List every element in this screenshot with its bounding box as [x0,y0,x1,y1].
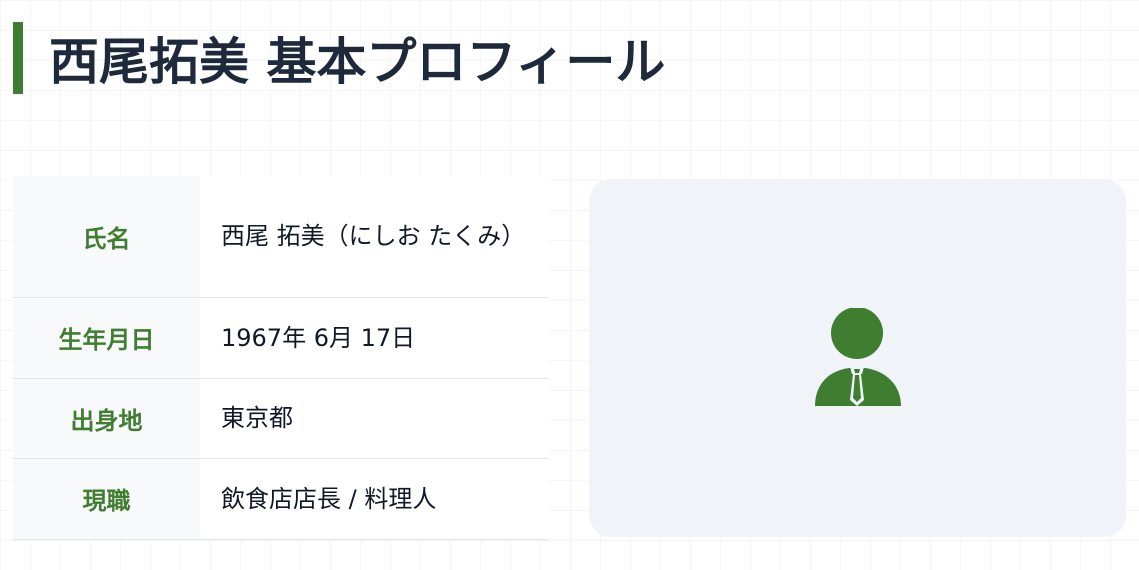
table-row-occupation: 現職 飲食店店長 / 料理人 [13,458,549,540]
table-row-birthplace: 出身地 東京都 [13,378,549,459]
row-label-occupation: 現職 [13,458,200,540]
table-row-birthdate: 生年月日 1967年 6月 17日 [13,297,549,379]
title-accent-bar [13,22,23,94]
row-label-name: 氏名 [13,176,200,298]
row-value-birthdate: 1967年 6月 17日 [200,297,549,379]
row-value-name: 西尾 拓美（にしお たくみ） [200,176,549,298]
row-value-occupation: 飲食店店長 / 料理人 [200,458,549,540]
user-tie-icon [814,308,901,406]
row-label-birthdate: 生年月日 [13,297,200,379]
row-value-birthplace: 東京都 [200,378,549,459]
profile-photo-placeholder [589,179,1126,537]
profile-page: 西尾拓美 基本プロフィール 氏名 西尾 拓美（にしお たくみ） 生年月日 196… [0,0,1139,570]
page-header: 西尾拓美 基本プロフィール [13,22,665,94]
table-row-name: 氏名 西尾 拓美（にしお たくみ） [13,176,549,298]
profile-table: 氏名 西尾 拓美（にしお たくみ） 生年月日 1967年 6月 17日 出身地 … [13,176,549,540]
page-title: 西尾拓美 基本プロフィール [49,33,666,91]
row-label-birthplace: 出身地 [13,378,200,459]
